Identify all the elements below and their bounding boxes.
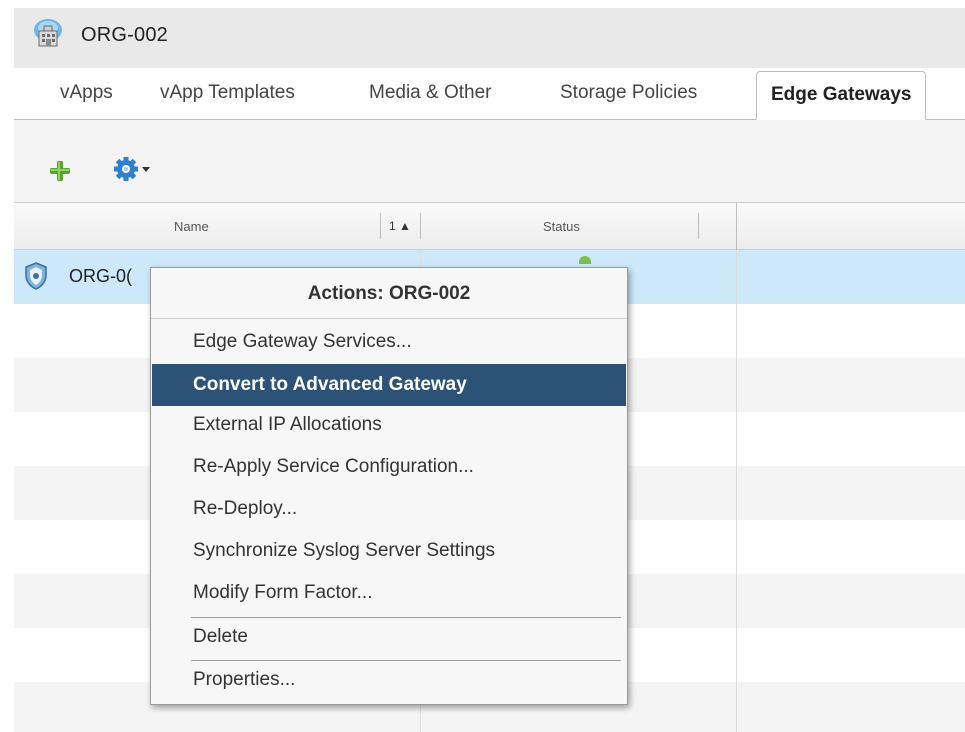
menu-item-properties[interactable]: Properties... bbox=[152, 659, 626, 701]
gear-icon[interactable] bbox=[113, 156, 153, 182]
column-divider bbox=[698, 213, 699, 239]
tab-vapp-templates[interactable]: vApp Templates bbox=[160, 82, 295, 104]
tab-storage-policies[interactable]: Storage Policies bbox=[560, 82, 697, 104]
status-indicator bbox=[579, 256, 591, 264]
column-divider bbox=[736, 250, 737, 732]
org-header: ORG-002 bbox=[14, 8, 965, 68]
app-window: ORG-002 vApps vApp Templates Media & Oth… bbox=[0, 0, 965, 732]
menu-item-synchronize-syslog-server-settings[interactable]: Synchronize Syslog Server Settings bbox=[152, 530, 626, 572]
grid-header: Name 1 ▲ Status bbox=[14, 202, 965, 251]
context-menu-title: Actions: ORG-002 bbox=[151, 268, 627, 319]
column-header-status[interactable]: Status bbox=[543, 219, 580, 234]
column-divider bbox=[736, 203, 737, 251]
edge-gateway-shield-icon bbox=[25, 262, 47, 290]
toolbar bbox=[14, 120, 965, 202]
menu-item-modify-form-factor[interactable]: Modify Form Factor... bbox=[152, 572, 626, 614]
menu-item-convert-to-advanced-gateway[interactable]: Convert to Advanced Gateway bbox=[152, 364, 626, 406]
organization-building-icon bbox=[34, 19, 62, 47]
tab-edge-gateways[interactable]: Edge Gateways bbox=[756, 71, 927, 120]
menu-item-delete[interactable]: Delete bbox=[152, 616, 626, 658]
menu-item-redeploy[interactable]: Re-Deploy... bbox=[152, 488, 626, 530]
column-divider bbox=[380, 213, 381, 239]
tab-vapps[interactable]: vApps bbox=[60, 82, 113, 104]
menu-item-external-ip-allocations[interactable]: External IP Allocations bbox=[152, 404, 626, 446]
column-divider bbox=[420, 213, 421, 239]
tab-bar: vApps vApp Templates Media & Other Stora… bbox=[14, 68, 965, 120]
context-menu: Actions: ORG-002 Edge Gateway Services..… bbox=[150, 267, 628, 705]
chevron-down-icon bbox=[142, 167, 150, 172]
sort-indicator[interactable]: 1 ▲ bbox=[389, 219, 411, 233]
column-header-name[interactable]: Name bbox=[174, 219, 209, 234]
menu-item-edge-gateway-services[interactable]: Edge Gateway Services... bbox=[152, 321, 626, 363]
tab-media-and-other[interactable]: Media & Other bbox=[369, 82, 492, 104]
menu-item-reapply-service-configuration[interactable]: Re-Apply Service Configuration... bbox=[152, 446, 626, 488]
row-name: ORG-0( bbox=[69, 266, 132, 286]
org-title: ORG-002 bbox=[81, 24, 168, 46]
plus-icon[interactable] bbox=[49, 160, 71, 182]
